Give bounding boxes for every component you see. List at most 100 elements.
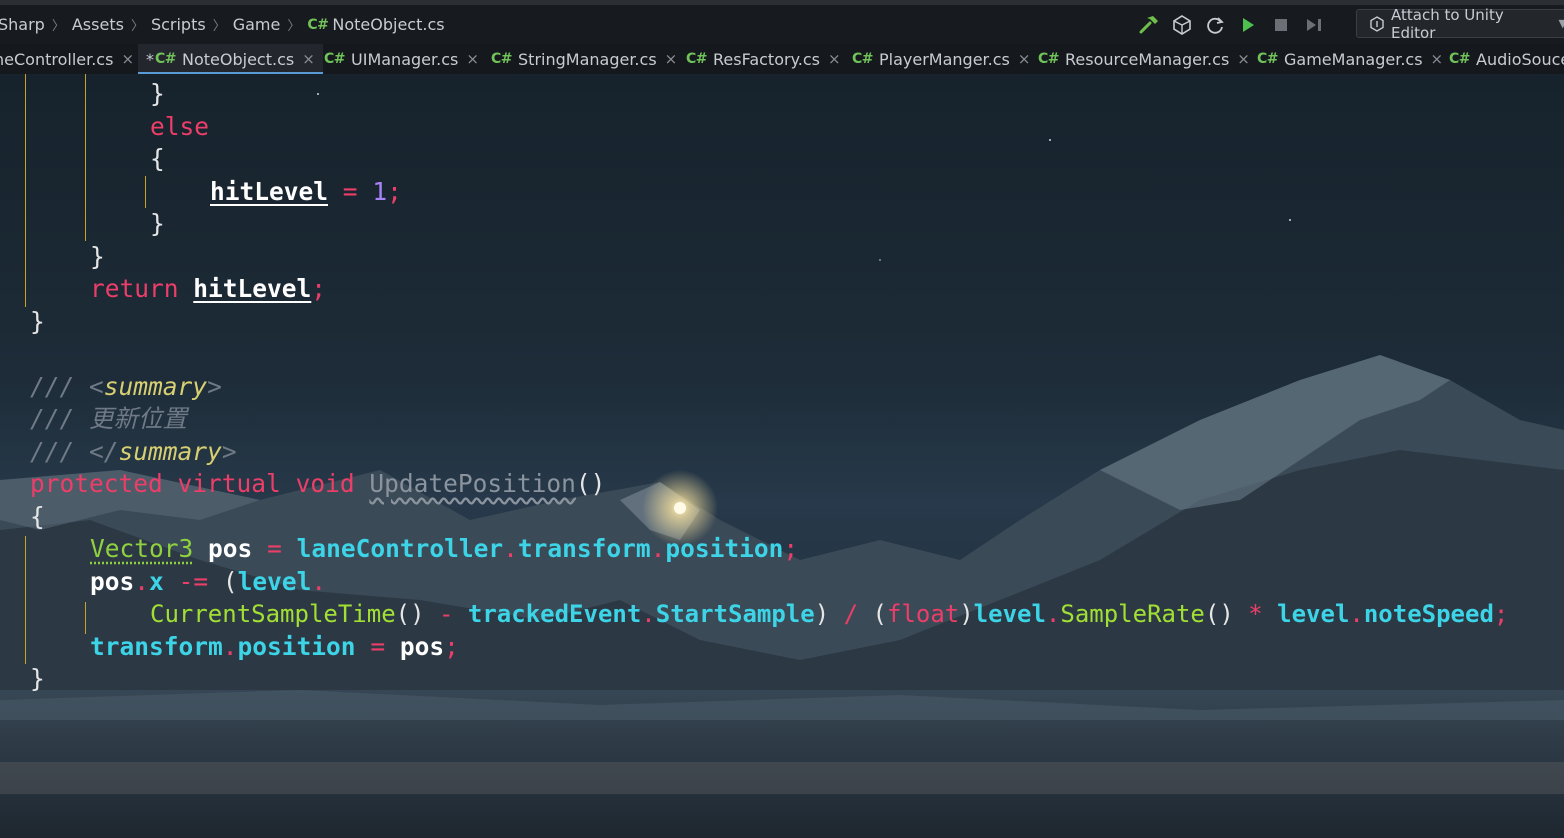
tab-uimanager[interactable]: C# UIManager.cs × (324, 44, 479, 74)
dot: . (1349, 600, 1364, 628)
comment-bracket: > (221, 437, 237, 466)
csharp-file-icon: C# (307, 16, 329, 33)
method-signature-line: protected virtual void UpdatePosition() (30, 468, 605, 500)
code-editor[interactable]: } else { hitLevel = 1; } } return hitLev… (0, 74, 1564, 764)
code-line: } (150, 78, 165, 110)
operator: = (267, 534, 282, 563)
tab-noteobject[interactable]: * C# NoteObject.cs × (138, 44, 323, 74)
comment-slashes: /// (30, 437, 75, 466)
tab-label: StringManager.cs (518, 49, 657, 69)
keyword: float (886, 600, 960, 628)
dot: . (503, 534, 518, 563)
code-line: pos.x -= (level. (90, 566, 326, 598)
indent-guide (85, 602, 86, 634)
tab-label: UIManager.cs (351, 49, 459, 69)
chevron-right-icon: 〉 (51, 19, 65, 34)
identifier: pos (208, 534, 253, 563)
operator: - (439, 600, 454, 628)
identifier: laneController (296, 534, 504, 563)
tab-playermanger[interactable]: C# PlayerManger.cs × (852, 44, 1030, 74)
comment-bracket: > (207, 372, 222, 401)
method-call: SampleRate (1060, 600, 1205, 628)
tab-gamemanager[interactable]: C# GameManager.cs × (1257, 44, 1443, 74)
close-icon[interactable]: × (828, 50, 841, 68)
method-call: CurrentSampleTime (150, 600, 396, 628)
doc-comment-line: /// </summary> (30, 436, 237, 468)
close-icon[interactable]: × (1431, 50, 1444, 68)
parenthesis: ( (872, 600, 887, 628)
parentheses: () (575, 469, 606, 498)
comment-bracket: </ (89, 437, 119, 466)
breadcrumb-item-file[interactable]: NoteObject.cs (332, 15, 444, 34)
stop-icon[interactable] (1268, 12, 1294, 38)
editor-tab-strip: neController.cs × * C# NoteObject.cs × C… (0, 44, 1564, 74)
operator: / (843, 600, 859, 628)
tab-audiosouce[interactable]: C# AudioSouce (1449, 44, 1564, 74)
doc-tag: summary (103, 372, 208, 401)
unity-icon[interactable] (1169, 12, 1195, 38)
breadcrumb-item-scripts[interactable]: Scripts (151, 15, 206, 34)
semicolon: ; (1493, 600, 1509, 628)
member: noteSpeed (1363, 600, 1494, 628)
operator: = (370, 632, 386, 661)
identifier: level (973, 600, 1046, 628)
type-name: Vector3 (90, 534, 194, 563)
brace: } (150, 79, 165, 108)
play-icon[interactable] (1235, 12, 1261, 38)
run-toolbar (1136, 5, 1334, 44)
dot: . (134, 567, 150, 596)
identifier: level (237, 567, 312, 596)
chevron-right-icon: 〉 (212, 19, 226, 34)
close-icon[interactable]: × (1018, 50, 1031, 68)
chevron-down-icon[interactable]: ▼ (1559, 17, 1564, 30)
code-line: return hitLevel; (90, 273, 326, 305)
comment-slashes: /// (30, 372, 75, 401)
close-icon[interactable]: × (665, 50, 678, 68)
semicolon: ; (783, 534, 799, 563)
csharp-file-icon: C# (324, 51, 346, 67)
indent-guide (85, 74, 86, 241)
indent-guide (25, 536, 26, 664)
code-line: CurrentSampleTime() - trackedEvent.Start… (150, 598, 1508, 630)
keyword: protected (30, 469, 163, 498)
dot: . (641, 600, 656, 628)
close-icon[interactable]: × (1237, 50, 1250, 68)
close-icon[interactable]: × (302, 50, 315, 68)
current-line-highlight (0, 762, 1564, 794)
semicolon: ; (444, 632, 459, 661)
doc-comment-line: /// 更新位置 (30, 403, 187, 435)
csharp-file-icon: C# (1257, 51, 1279, 67)
tab-resfactory[interactable]: C# ResFactory.cs × (686, 44, 841, 74)
indent-guide (145, 176, 146, 208)
tab-label: ResourceManager.cs (1065, 49, 1230, 69)
close-icon[interactable]: × (121, 50, 134, 68)
doc-tag: summary (118, 437, 222, 466)
breadcrumb-item-game[interactable]: Game (233, 15, 281, 34)
brace: } (30, 664, 45, 693)
code-line: } (30, 663, 45, 695)
member: StartSample (655, 600, 815, 628)
chevron-right-icon: 〉 (130, 19, 144, 34)
code-line: } (90, 241, 105, 273)
method-name[interactable]: UpdatePosition (369, 469, 576, 498)
breadcrumb-item-assets[interactable]: Assets (72, 15, 124, 34)
tab-stringmanager[interactable]: C# StringManager.cs × (491, 44, 677, 74)
tab-lanecontroller[interactable]: neController.cs × (0, 44, 134, 74)
brace: { (150, 144, 165, 173)
refresh-icon[interactable] (1202, 12, 1228, 38)
keyword: else (150, 112, 210, 141)
indent-guide (25, 74, 26, 307)
attach-to-unity-button[interactable]: Attach to Unity Editor ▼ (1356, 6, 1564, 42)
comment-bracket: < (89, 372, 104, 401)
step-icon[interactable] (1301, 12, 1327, 38)
hammer-icon[interactable] (1136, 12, 1162, 38)
breadcrumb-item-project[interactable]: Sharp (0, 15, 45, 34)
attach-button-label: Attach to Unity Editor (1391, 5, 1504, 42)
code-line: else (150, 111, 209, 143)
operator: * (1248, 600, 1263, 628)
parentheses: () (1204, 600, 1234, 628)
code-line: { (30, 501, 45, 533)
tab-label: NoteObject.cs (182, 49, 295, 69)
tab-resourcemanager[interactable]: C# ResourceManager.cs × (1038, 44, 1250, 74)
close-icon[interactable]: × (466, 50, 479, 68)
